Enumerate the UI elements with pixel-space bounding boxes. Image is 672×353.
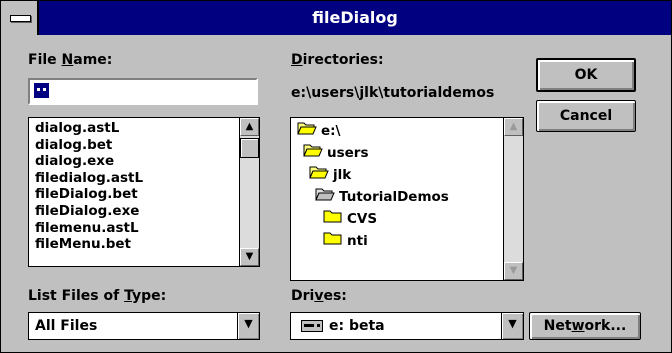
ok-button[interactable]: OK (536, 58, 636, 92)
file-list-item[interactable]: fileMenu.bet (29, 236, 239, 253)
file-list[interactable]: dialog.astL dialog.bet dialog.exe filedialo… (28, 117, 260, 267)
directory-item[interactable]: e:\ (297, 120, 341, 142)
directory-item[interactable]: users (303, 142, 369, 164)
file-list-item[interactable]: dialog.bet (29, 137, 239, 154)
directory-item-label: CVS (347, 211, 378, 227)
folder-open-icon (309, 164, 329, 186)
directory-list[interactable]: e:\ users jlk TutorialDemos CVS nti ▲ ▼ (290, 117, 524, 281)
drives-dropdown-button[interactable]: ▼ (501, 313, 523, 339)
folder-open-icon (303, 142, 323, 164)
directories-label: Directories: (291, 52, 384, 68)
scroll-thumb[interactable] (240, 138, 259, 158)
file-list-item[interactable]: fileDialog.bet (29, 186, 239, 203)
system-menu-icon (10, 15, 31, 22)
scroll-down-icon: ▼ (245, 251, 254, 262)
window-title: fileDialog (312, 8, 398, 27)
drives-label: Drives: (291, 288, 347, 304)
directory-item-label: TutorialDemos (339, 189, 449, 205)
drives-chevron-down-icon: ▼ (508, 317, 517, 330)
file-type-label: List Files of Type: (28, 288, 167, 304)
directory-item[interactable]: nti (323, 230, 368, 252)
scroll-up-button[interactable]: ▲ (240, 118, 259, 136)
file-list-item[interactable]: fileDialog.exe (29, 203, 239, 220)
folder-closed-icon (323, 230, 343, 252)
file-list-item[interactable]: filemenu.astL (29, 220, 239, 237)
folder-open-icon (297, 120, 317, 142)
folder-open-icon (315, 186, 335, 208)
file-name-input[interactable] (28, 78, 258, 105)
file-list-item[interactable]: dialog.astL (29, 120, 239, 137)
file-list-item[interactable]: filedialog.astL (29, 170, 239, 187)
directory-item-label: e:\ (321, 123, 341, 139)
file-name-label: File Name: (28, 52, 113, 68)
directory-item[interactable]: TutorialDemos (315, 186, 449, 208)
directory-list-scrollbar[interactable]: ▲ ▼ (503, 118, 523, 280)
drives-select[interactable]: e: beta ▼ (290, 312, 524, 340)
current-directory-path: e:\users\jlk\tutorialdemos (291, 85, 495, 101)
scroll-down-button[interactable]: ▼ (240, 248, 259, 266)
file-list-scrollbar[interactable]: ▲ ▼ (239, 118, 259, 266)
network-button[interactable]: Network... (529, 312, 641, 340)
dir-scroll-up-button[interactable]: ▲ (504, 118, 523, 136)
folder-closed-icon (323, 208, 343, 230)
text-cursor-selection (34, 83, 49, 98)
directory-item[interactable]: CVS (323, 208, 377, 230)
file-type-value: All Files (35, 318, 98, 334)
file-type-select[interactable]: All Files ▼ (28, 312, 260, 340)
title-bar: fileDialog (1, 1, 671, 35)
dir-scroll-up-icon: ▲ (509, 121, 518, 132)
drives-value: e: beta (329, 318, 385, 334)
drive-icon (301, 320, 323, 332)
file-dialog-window: fileDialog File Name: dialog.astL dialog.… (0, 0, 672, 353)
directory-item-label: users (327, 145, 369, 161)
cancel-button[interactable]: Cancel (536, 100, 636, 132)
dir-scroll-down-icon: ▼ (509, 265, 518, 276)
file-list-item[interactable]: dialog.exe (29, 153, 239, 170)
directory-item[interactable]: jlk (309, 164, 351, 186)
dir-scroll-down-button[interactable]: ▼ (504, 262, 523, 280)
chevron-down-icon: ▼ (244, 317, 253, 330)
drives-value-wrap: e: beta (301, 313, 385, 339)
scroll-up-icon: ▲ (245, 121, 254, 132)
file-type-dropdown-button[interactable]: ▼ (237, 313, 259, 339)
system-menu-button[interactable] (1, 1, 39, 35)
directory-item-label: nti (347, 233, 368, 249)
directory-item-label: jlk (333, 167, 352, 183)
